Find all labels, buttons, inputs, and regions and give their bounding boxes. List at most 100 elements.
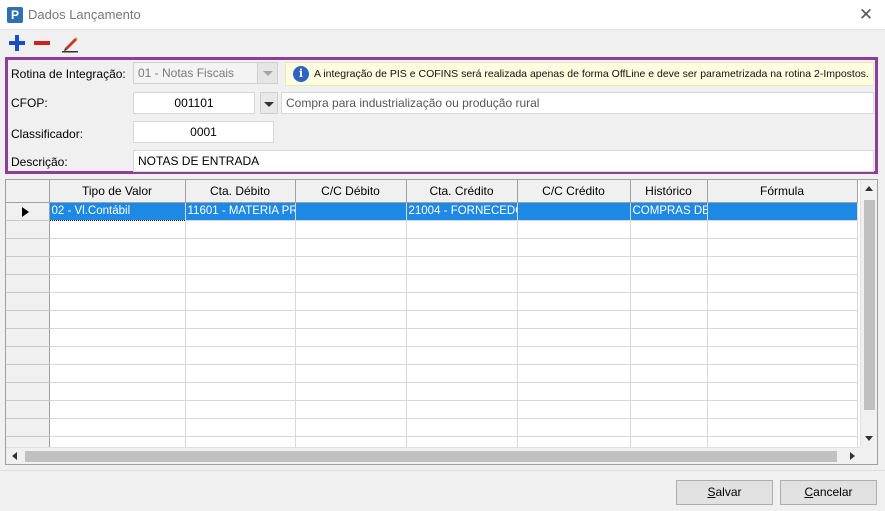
table-cell[interactable] bbox=[49, 310, 186, 329]
table-cell[interactable]: 02 - Vl.Contábil bbox=[49, 201, 186, 221]
row-indicator[interactable] bbox=[6, 400, 50, 419]
table-cell[interactable] bbox=[295, 418, 407, 437]
row-indicator[interactable] bbox=[6, 256, 50, 275]
column-header[interactable]: Tipo de Valor bbox=[49, 180, 186, 203]
table-cell[interactable] bbox=[630, 346, 708, 365]
table-cell[interactable] bbox=[49, 418, 186, 437]
table-cell[interactable] bbox=[630, 256, 708, 275]
horizontal-scrollbar[interactable] bbox=[6, 447, 861, 464]
table-cell[interactable] bbox=[517, 274, 631, 293]
table-cell[interactable] bbox=[185, 328, 296, 347]
table-cell[interactable] bbox=[517, 220, 631, 239]
table-cell[interactable] bbox=[185, 256, 296, 275]
table-cell[interactable] bbox=[185, 382, 296, 401]
table-cell[interactable] bbox=[517, 238, 631, 257]
close-button[interactable]: ✕ bbox=[855, 4, 877, 26]
add-button[interactable] bbox=[7, 33, 27, 53]
table-cell[interactable] bbox=[630, 310, 708, 329]
table-row[interactable] bbox=[6, 382, 858, 401]
table-cell[interactable] bbox=[707, 220, 858, 239]
table-cell[interactable] bbox=[185, 220, 296, 239]
column-header[interactable]: Fórmula bbox=[707, 180, 858, 203]
cancel-button[interactable]: Cancelar bbox=[780, 480, 877, 505]
table-cell[interactable] bbox=[49, 328, 186, 347]
table-cell[interactable] bbox=[630, 292, 708, 311]
row-indicator[interactable] bbox=[6, 202, 50, 221]
table-cell[interactable] bbox=[185, 238, 296, 257]
row-indicator[interactable] bbox=[6, 418, 50, 437]
table-cell[interactable] bbox=[49, 292, 186, 311]
table-cell[interactable] bbox=[49, 220, 186, 239]
row-indicator[interactable] bbox=[6, 274, 50, 293]
table-cell[interactable] bbox=[295, 382, 407, 401]
remove-button[interactable] bbox=[32, 33, 52, 53]
table-cell[interactable] bbox=[630, 400, 708, 419]
table-cell[interactable] bbox=[49, 400, 186, 419]
table-cell[interactable] bbox=[630, 382, 708, 401]
table-cell[interactable] bbox=[185, 274, 296, 293]
table-cell[interactable]: 11601 - MATERIA PR bbox=[185, 202, 296, 221]
table-cell[interactable] bbox=[630, 364, 708, 383]
table-row[interactable] bbox=[6, 292, 858, 311]
table-cell[interactable] bbox=[185, 400, 296, 419]
row-indicator[interactable] bbox=[6, 292, 50, 311]
table-cell[interactable] bbox=[49, 274, 186, 293]
table-cell[interactable] bbox=[707, 238, 858, 257]
table-cell[interactable] bbox=[517, 256, 631, 275]
table-cell[interactable] bbox=[707, 328, 858, 347]
vertical-scrollbar[interactable] bbox=[860, 180, 877, 447]
table-cell[interactable] bbox=[185, 364, 296, 383]
table-row[interactable] bbox=[6, 274, 858, 293]
table-cell[interactable] bbox=[707, 292, 858, 311]
row-indicator[interactable] bbox=[6, 220, 50, 239]
table-cell[interactable]: COMPRAS DE bbox=[630, 202, 708, 221]
column-header[interactable]: Cta. Débito bbox=[185, 180, 296, 203]
scroll-thumb[interactable] bbox=[864, 200, 875, 410]
row-indicator[interactable] bbox=[6, 328, 50, 347]
save-button[interactable]: Salvar bbox=[676, 480, 773, 505]
table-cell[interactable] bbox=[517, 418, 631, 437]
table-cell[interactable] bbox=[707, 382, 858, 401]
table-cell[interactable] bbox=[406, 364, 518, 383]
table-cell[interactable] bbox=[406, 238, 518, 257]
table-cell[interactable] bbox=[406, 310, 518, 329]
table-cell[interactable] bbox=[185, 418, 296, 437]
scroll-left-icon[interactable] bbox=[6, 448, 23, 464]
table-cell[interactable] bbox=[49, 346, 186, 365]
table-cell[interactable] bbox=[295, 310, 407, 329]
row-indicator[interactable] bbox=[6, 346, 50, 365]
table-cell[interactable] bbox=[406, 328, 518, 347]
table-cell[interactable] bbox=[406, 274, 518, 293]
table-cell[interactable] bbox=[707, 400, 858, 419]
table-cell[interactable] bbox=[406, 400, 518, 419]
table-cell[interactable] bbox=[406, 292, 518, 311]
table-cell[interactable] bbox=[185, 292, 296, 311]
table-cell[interactable] bbox=[185, 310, 296, 329]
table-cell[interactable] bbox=[707, 418, 858, 437]
table-cell[interactable] bbox=[49, 364, 186, 383]
table-cell[interactable] bbox=[295, 400, 407, 419]
table-cell[interactable] bbox=[295, 256, 407, 275]
table-cell[interactable] bbox=[406, 418, 518, 437]
table-cell[interactable] bbox=[185, 346, 296, 365]
table-cell[interactable] bbox=[630, 328, 708, 347]
table-cell[interactable] bbox=[707, 310, 858, 329]
cfop-dropdown-button[interactable] bbox=[260, 92, 278, 114]
table-cell[interactable]: 21004 - FORNECEDO bbox=[406, 202, 518, 221]
table-cell[interactable] bbox=[49, 382, 186, 401]
row-indicator[interactable] bbox=[6, 364, 50, 383]
scroll-thumb[interactable] bbox=[25, 451, 837, 462]
column-header[interactable]: C/C Crédito bbox=[517, 180, 631, 203]
table-row[interactable] bbox=[6, 238, 858, 257]
table-cell[interactable] bbox=[295, 346, 407, 365]
table-row[interactable] bbox=[6, 328, 858, 347]
table-cell[interactable] bbox=[295, 292, 407, 311]
table-cell[interactable] bbox=[707, 256, 858, 275]
table-cell[interactable] bbox=[707, 202, 858, 221]
table-row[interactable]: 02 - Vl.Contábil 11601 - MATERIA PR 2100… bbox=[6, 201, 858, 221]
table-cell[interactable] bbox=[630, 220, 708, 239]
table-cell[interactable] bbox=[406, 346, 518, 365]
table-cell[interactable] bbox=[630, 418, 708, 437]
table-row[interactable] bbox=[6, 418, 858, 437]
column-header[interactable]: C/C Débito bbox=[295, 180, 407, 203]
